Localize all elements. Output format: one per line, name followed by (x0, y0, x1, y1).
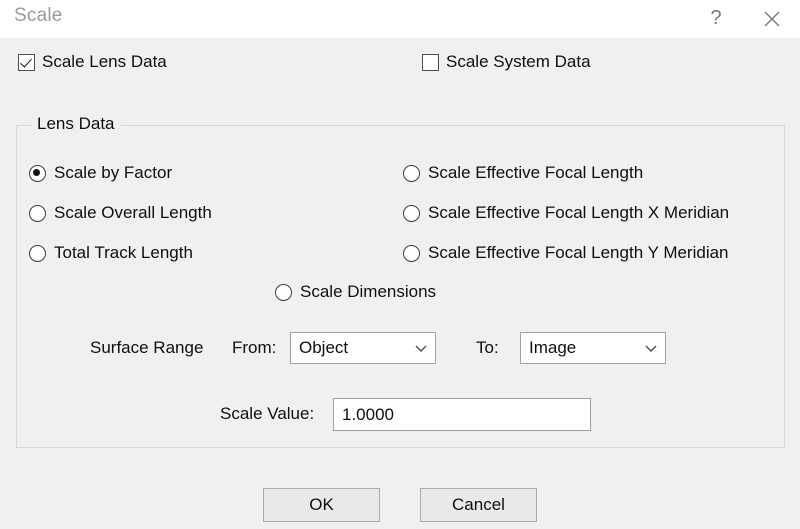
cancel-button[interactable]: Cancel (420, 488, 537, 522)
title-bar: Scale ? (0, 0, 800, 38)
checkbox-scale-lens-data-label: Scale Lens Data (42, 52, 167, 71)
checkbox-scale-system-data[interactable]: Scale System Data (422, 52, 591, 72)
radio-scale-effective-focal-length-x-meridian-label: Scale Effective Focal Length X Meridian (428, 203, 730, 222)
radio-unselected-icon (403, 164, 420, 182)
from-surface-dropdown[interactable]: Object (290, 332, 436, 364)
radio-scale-effective-focal-length-label: Scale Effective Focal Length (428, 163, 644, 182)
close-icon[interactable] (744, 0, 800, 38)
checkbox-scale-lens-data[interactable]: Scale Lens Data (18, 52, 167, 72)
radio-scale-effective-focal-length[interactable]: Scale Effective Focal Length (403, 163, 643, 183)
radio-unselected-icon (403, 244, 420, 262)
surface-range-row: Surface Range From: Object To: Image (0, 332, 800, 372)
radio-scale-dimensions[interactable]: Scale Dimensions (275, 282, 436, 302)
to-surface-dropdown-value: Image (529, 338, 577, 357)
radio-selected-icon (29, 164, 46, 182)
radio-scale-effective-focal-length-y-meridian-label: Scale Effective Focal Length Y Meridian (428, 243, 729, 262)
scale-value-input[interactable]: 1.0000 (333, 398, 591, 431)
scale-value-input-value: 1.0000 (342, 404, 394, 424)
radio-unselected-icon (29, 244, 46, 262)
chevron-down-icon (407, 340, 435, 356)
radio-scale-dimensions-label: Scale Dimensions (300, 282, 437, 301)
scale-dialog: Scale ? Scale Lens Data Scale System Dat… (0, 0, 800, 529)
chevron-down-icon (637, 340, 665, 356)
title-bar-buttons: ? (688, 0, 800, 38)
to-label: To: (476, 338, 499, 357)
radio-scale-overall-length-label: Scale Overall Length (54, 203, 212, 222)
radio-scale-effective-focal-length-x-meridian[interactable]: Scale Effective Focal Length X Meridian (403, 203, 729, 223)
scale-value-row: Scale Value: 1.0000 (0, 398, 800, 438)
radio-total-track-length[interactable]: Total Track Length (29, 243, 193, 263)
checkbox-unchecked-icon (422, 53, 439, 71)
surface-range-label: Surface Range (90, 338, 204, 357)
radio-scale-by-factor-label: Scale by Factor (54, 163, 173, 182)
top-checkbox-row: Scale Lens Data Scale System Data (0, 52, 800, 82)
radio-scale-effective-focal-length-y-meridian[interactable]: Scale Effective Focal Length Y Meridian (403, 243, 729, 263)
radio-total-track-length-label: Total Track Length (54, 243, 193, 262)
help-icon[interactable]: ? (688, 0, 744, 39)
radio-unselected-icon (29, 204, 46, 222)
radio-unselected-icon (275, 283, 292, 301)
lens-data-legend: Lens Data (31, 114, 121, 134)
ok-button[interactable]: OK (263, 488, 380, 522)
from-surface-dropdown-value: Object (299, 338, 349, 357)
scale-value-label: Scale Value: (220, 404, 315, 423)
from-label: From: (232, 338, 277, 357)
radio-scale-overall-length[interactable]: Scale Overall Length (29, 203, 212, 223)
radio-unselected-icon (403, 204, 420, 222)
window-title: Scale (14, 5, 63, 26)
to-surface-dropdown[interactable]: Image (520, 332, 666, 364)
checkbox-checked-icon (18, 53, 35, 71)
radio-scale-by-factor[interactable]: Scale by Factor (29, 163, 172, 183)
checkbox-scale-system-data-label: Scale System Data (446, 52, 591, 71)
